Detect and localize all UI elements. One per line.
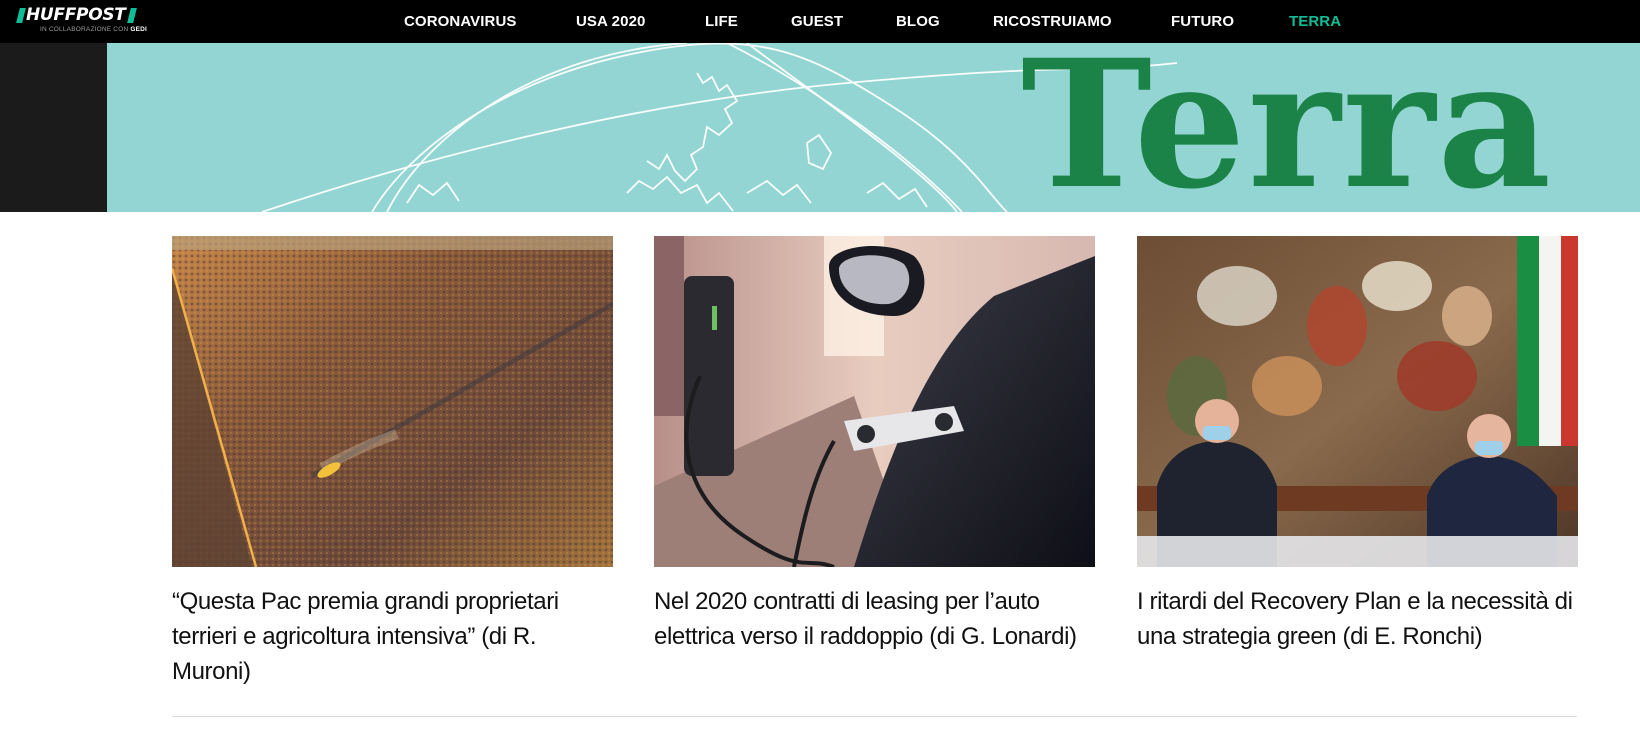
nav-item-usa-2020[interactable]: USA 2020 — [576, 0, 645, 43]
huffpost-logo[interactable]: HUFFPOST IN COLLABORAZIONE CON GEDI — [16, 4, 168, 38]
banner-left-panel — [0, 43, 107, 212]
nav-item-terra[interactable]: TERRA — [1289, 0, 1341, 43]
article-image-electric-car[interactable] — [654, 236, 1095, 567]
nav-item-blog[interactable]: BLOG — [896, 0, 940, 43]
nav-item-futuro[interactable]: FUTURO — [1171, 0, 1234, 43]
logo-wordmark: HUFFPOST — [16, 4, 137, 26]
top-navigation-bar: HUFFPOST IN COLLABORAZIONE CON GEDI CORO… — [0, 0, 1640, 43]
nav-item-coronavirus[interactable]: CORONAVIRUS — [404, 0, 517, 43]
logo-bar-icon — [126, 7, 137, 23]
article-card: I ritardi del Recovery Plan e la necessi… — [1137, 236, 1578, 650]
article-title[interactable]: I ritardi del Recovery Plan e la necessi… — [1137, 584, 1578, 654]
article-card: Nel 2020 contratti di leasing per l’auto… — [654, 236, 1095, 650]
section-divider — [172, 716, 1577, 717]
article-title[interactable]: “Questa Pac premia grandi proprietari te… — [172, 584, 613, 689]
logo-subtitle-prefix: IN COLLABORAZIONE CON — [40, 26, 129, 33]
logo-text: HUFFPOST — [26, 5, 126, 25]
section-banner: Terra — [107, 43, 1640, 212]
section-title: Terra — [1021, 43, 1554, 212]
article-title[interactable]: Nel 2020 contratti di leasing per l’auto… — [654, 584, 1095, 654]
article-image-field-harvester[interactable] — [172, 236, 613, 567]
article-card: “Questa Pac premia grandi proprietari te… — [172, 236, 613, 685]
article-image-press-conference[interactable] — [1137, 236, 1578, 567]
nav-item-life[interactable]: LIFE — [705, 0, 738, 43]
logo-bar-icon — [16, 7, 26, 23]
nav-item-guest[interactable]: GUEST — [791, 0, 843, 43]
nav-item-ricostruiamo[interactable]: RICOSTRUIAMO — [993, 0, 1112, 43]
logo-subtitle-brand: GEDI — [130, 26, 148, 33]
logo-subtitle: IN COLLABORAZIONE CON GEDI — [40, 26, 147, 34]
